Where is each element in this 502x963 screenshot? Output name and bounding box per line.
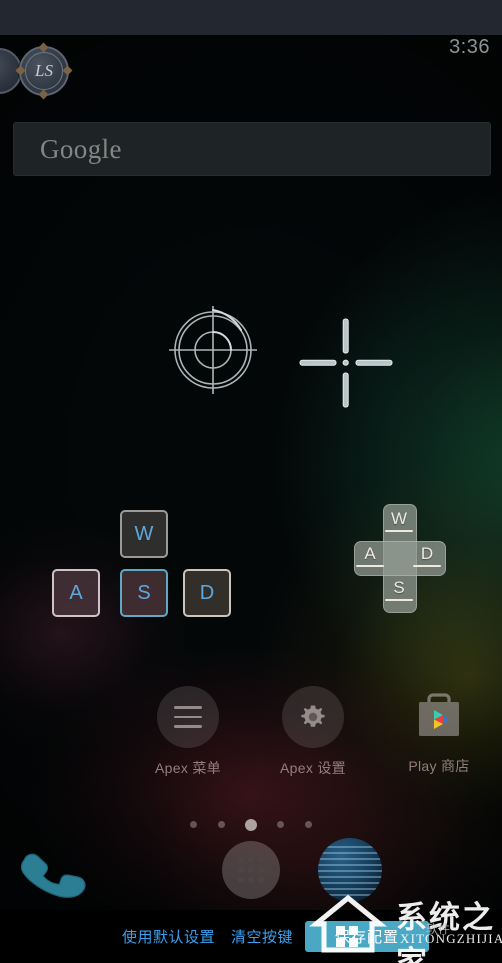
key-box-w[interactable]: W xyxy=(120,510,168,558)
status-clock: 3:36 xyxy=(449,36,490,58)
google-logo-text: Google xyxy=(40,134,122,164)
clear-keys-button[interactable]: 清空按键 xyxy=(231,926,293,947)
browser-globe-icon[interactable] xyxy=(318,838,382,902)
dock-bar xyxy=(0,838,502,910)
grid-dots-icon xyxy=(236,855,266,885)
key-label-a: A xyxy=(69,581,83,604)
use-default-settings-button[interactable]: 使用默认设置 xyxy=(122,926,215,947)
google-search-widget[interactable]: Google xyxy=(13,122,491,176)
page-dot[interactable] xyxy=(190,821,198,829)
page-dot[interactable] xyxy=(217,821,225,829)
app-drawer-button[interactable] xyxy=(222,841,280,899)
app-shortcut-play-store[interactable]: Play 商店 xyxy=(379,686,499,776)
bottom-toolbar: 使用默认设置 清空按键 保存配置 xyxy=(0,910,502,963)
play-store-icon xyxy=(409,686,469,746)
direction-pad[interactable]: W A D S xyxy=(354,504,446,613)
badge-label: LS xyxy=(35,61,53,80)
dpad-label-up: W xyxy=(385,509,413,532)
phone-icon[interactable] xyxy=(14,842,90,906)
app-label-play-store: Play 商店 xyxy=(408,758,470,774)
key-label-d: D xyxy=(199,581,215,604)
page-dot-active[interactable] xyxy=(245,818,257,831)
page-indicator xyxy=(0,816,502,834)
key-box-d[interactable]: D xyxy=(183,569,231,617)
top-chrome-bar xyxy=(0,0,502,35)
circular-reticle-icon[interactable] xyxy=(165,302,261,398)
app-label-apex-settings: Apex 设置 xyxy=(280,760,346,776)
dpad-label-right: D xyxy=(413,544,441,567)
gear-icon xyxy=(282,686,344,748)
hamburger-icon xyxy=(157,686,219,748)
key-box-s-selected[interactable]: S xyxy=(120,569,168,617)
app-shortcut-apex-menu[interactable]: Apex 菜单 xyxy=(128,686,248,778)
key-box-a[interactable]: A xyxy=(52,569,100,617)
save-config-button[interactable]: 保存配置 xyxy=(305,921,429,952)
left-stick-badge[interactable]: LS xyxy=(15,42,73,100)
key-label-s: S xyxy=(137,581,151,604)
dpad-label-down: S xyxy=(385,578,413,601)
plus-crosshair-icon[interactable] xyxy=(298,315,394,411)
app-label-apex-menu: Apex 菜单 xyxy=(155,760,221,776)
page-dot[interactable] xyxy=(277,821,285,829)
app-shortcut-apex-settings[interactable]: Apex 设置 xyxy=(253,686,373,778)
dpad-label-left: A xyxy=(356,544,384,567)
page-dot[interactable] xyxy=(304,821,312,829)
key-label-w: W xyxy=(134,522,154,545)
app-shortcut-row: Apex 菜单 Apex 设置 Play 商店 xyxy=(0,686,502,786)
screen-root: 3:36 LS Google W A S D W A D S Apex 菜单 A… xyxy=(0,0,502,963)
